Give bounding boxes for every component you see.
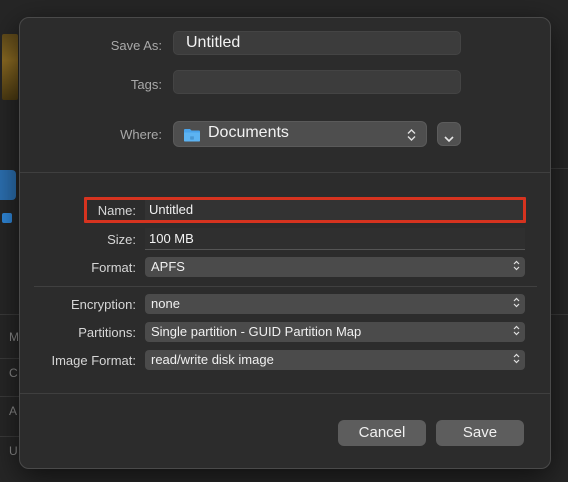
background-selection [0, 170, 16, 200]
chevron-down-icon [444, 130, 454, 148]
expand-button[interactable] [437, 122, 461, 146]
up-down-chevron-icon [512, 325, 520, 336]
up-down-chevron-icon [406, 129, 416, 142]
background-text: U [9, 444, 18, 458]
format-value: APFS [151, 259, 185, 274]
section-divider [34, 286, 537, 287]
format-popup[interactable]: APFS [145, 257, 525, 277]
background-checkbox [2, 213, 12, 223]
background-divider [0, 358, 20, 359]
image-format-value: read/write disk image [151, 352, 274, 367]
section-divider [20, 172, 550, 173]
background-divider [0, 314, 20, 315]
encryption-label: Encryption: [70, 297, 136, 312]
highlight-annotation [84, 197, 526, 223]
background-text: M [9, 330, 19, 344]
background-divider [549, 314, 568, 315]
partitions-value: Single partition - GUID Partition Map [151, 324, 362, 339]
background-divider [0, 436, 20, 437]
folder-icon: ▤ [183, 128, 201, 142]
background-folder-icon [2, 34, 18, 100]
partitions-popup[interactable]: Single partition - GUID Partition Map [145, 322, 525, 342]
save-as-label: Save As: [110, 38, 162, 53]
background-text: A [9, 404, 18, 418]
where-value: Documents [208, 124, 289, 141]
save-as-field[interactable]: Untitled [173, 31, 461, 55]
size-field[interactable]: 100 MB [145, 228, 525, 250]
encryption-value: none [151, 296, 180, 311]
size-label: Size: [107, 232, 136, 247]
save-button[interactable]: Save [436, 420, 524, 446]
section-divider [20, 393, 550, 394]
up-down-chevron-icon [512, 353, 520, 364]
background-text: C [9, 366, 18, 380]
tags-field[interactable] [173, 70, 461, 94]
up-down-chevron-icon [512, 260, 520, 271]
tags-label: Tags: [130, 77, 162, 92]
encryption-popup[interactable]: none [145, 294, 525, 314]
save-sheet: Save As: Untitled Tags: Where: ▤ Documen… [19, 17, 551, 469]
background-divider [0, 396, 20, 397]
format-label: Format: [91, 260, 136, 275]
svg-text:▤: ▤ [190, 135, 194, 140]
image-format-label: Image Format: [51, 353, 136, 368]
where-popup[interactable]: ▤ Documents [173, 121, 427, 147]
where-label: Where: [120, 127, 162, 142]
up-down-chevron-icon [512, 297, 520, 308]
cancel-button[interactable]: Cancel [338, 420, 426, 446]
background-divider [549, 168, 568, 169]
image-format-popup[interactable]: read/write disk image [145, 350, 525, 370]
partitions-label: Partitions: [78, 325, 136, 340]
